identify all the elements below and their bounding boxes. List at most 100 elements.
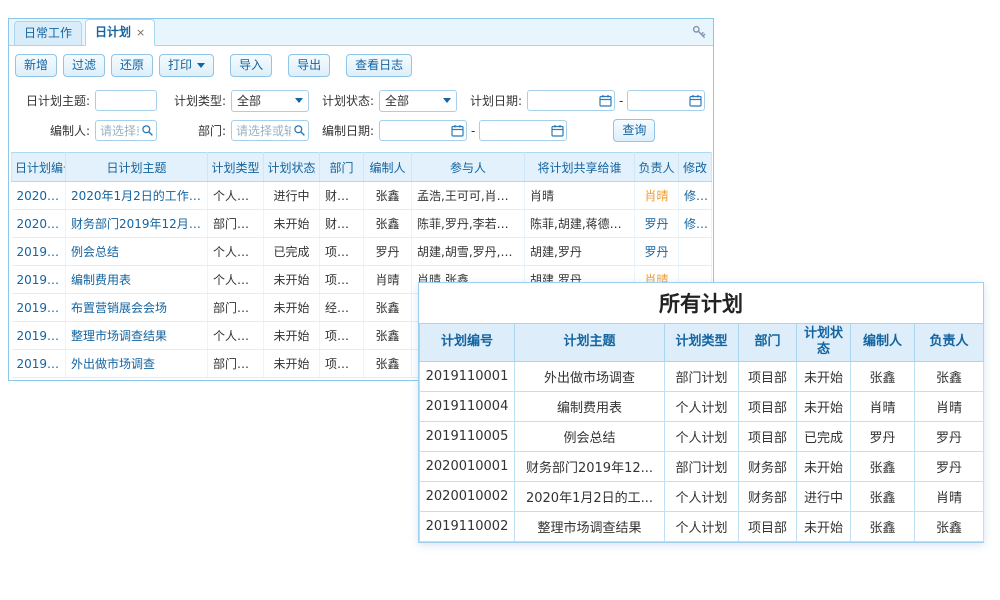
plan-row[interactable]: 20200100022020年1月2日的工作日...个人计划进行中财务部张鑫孟浩… bbox=[12, 182, 712, 210]
plan-id: 2019110005 bbox=[420, 421, 515, 451]
plan-owner: 罗丹 bbox=[635, 210, 679, 238]
plan-owner: 张鑫 bbox=[915, 361, 984, 391]
plan-creator: 张鑫 bbox=[851, 361, 915, 391]
plan-id-link[interactable]: 2019110005 bbox=[12, 238, 66, 266]
plan-status-select[interactable]: 全部 bbox=[379, 90, 457, 112]
plan-type: 个人计划 bbox=[208, 182, 264, 210]
plan-subject-link[interactable]: 整理市场调查结果 bbox=[66, 322, 208, 350]
plan-participants: 孟浩,王可可,肖晴,张鑫 bbox=[412, 182, 525, 210]
plan-owner: 张鑫 bbox=[915, 511, 984, 541]
chevron-down-icon bbox=[295, 98, 303, 103]
plan-creator: 张鑫 bbox=[364, 294, 412, 322]
plan-dept: 财务部 bbox=[739, 481, 797, 511]
plan-creator: 张鑫 bbox=[364, 210, 412, 238]
plan-status: 未开始 bbox=[264, 294, 320, 322]
close-icon[interactable]: × bbox=[136, 26, 145, 39]
plan-creator: 张鑫 bbox=[851, 451, 915, 481]
filter-button[interactable]: 过滤 bbox=[63, 54, 105, 77]
plan-subject-link[interactable]: 例会总结 bbox=[66, 238, 208, 266]
key-icon[interactable] bbox=[692, 25, 706, 42]
select-value: 全部 bbox=[237, 92, 261, 109]
column-header[interactable]: 编制人 bbox=[364, 153, 412, 182]
all-plan-row: 2020010001财务部门2019年12...部门计划财务部未开始张鑫罗丹 bbox=[420, 451, 984, 481]
plan-owner: 肖晴 bbox=[635, 182, 679, 210]
plan-owner: 肖晴 bbox=[915, 391, 984, 421]
column-header[interactable]: 负责人 bbox=[635, 153, 679, 182]
create-date-to-field bbox=[479, 120, 567, 141]
plan-type-select[interactable]: 全部 bbox=[231, 90, 309, 112]
column-header[interactable]: 部门 bbox=[320, 153, 364, 182]
tab-label: 日常工作 bbox=[24, 26, 72, 40]
plan-type: 个人计划 bbox=[665, 421, 739, 451]
column-header[interactable]: 参与人 bbox=[412, 153, 525, 182]
select-value: 全部 bbox=[385, 92, 409, 109]
print-button[interactable]: 打印 bbox=[159, 54, 214, 77]
modify-link[interactable]: 修改 bbox=[679, 210, 712, 238]
calendar-icon[interactable] bbox=[689, 94, 702, 107]
table-header-row: 计划编号计划主题计划类型部门计划状态编制人负责人 bbox=[420, 324, 984, 362]
plan-subject-link[interactable]: 外出做市场调查 bbox=[66, 350, 208, 378]
add-button[interactable]: 新增 bbox=[15, 54, 57, 77]
plan-creator: 罗丹 bbox=[851, 421, 915, 451]
filter-area: 日计划主题: 计划类型: 全部 计划状态: 全部 计划日期: - bbox=[9, 87, 713, 152]
column-header[interactable]: 日计划编号 bbox=[12, 153, 66, 182]
plan-subject: 编制费用表 bbox=[515, 391, 665, 421]
plan-type: 个人计划 bbox=[665, 481, 739, 511]
plan-type: 部门计划 bbox=[208, 210, 264, 238]
plan-id-link[interactable]: 2019110002 bbox=[12, 322, 66, 350]
plan-owner: 罗丹 bbox=[915, 421, 984, 451]
calendar-icon[interactable] bbox=[551, 124, 564, 137]
view-log-button[interactable]: 查看日志 bbox=[346, 54, 412, 77]
plan-participants: 胡建,胡雪,罗丹,任晓... bbox=[412, 238, 525, 266]
plan-type: 个人计划 bbox=[665, 391, 739, 421]
plan-subject-link[interactable]: 编制费用表 bbox=[66, 266, 208, 294]
tab-daily-plan[interactable]: 日计划× bbox=[85, 19, 155, 46]
column-header: 计划状态 bbox=[797, 324, 851, 362]
restore-button[interactable]: 还原 bbox=[111, 54, 153, 77]
range-separator: - bbox=[467, 124, 479, 138]
plan-id: 2020010001 bbox=[420, 451, 515, 481]
column-header: 计划编号 bbox=[420, 324, 515, 362]
range-separator: - bbox=[615, 94, 627, 108]
column-header[interactable]: 修改 bbox=[679, 153, 712, 182]
plan-id-link[interactable]: 2019110003 bbox=[12, 294, 66, 322]
type-label: 计划类型: bbox=[157, 92, 231, 109]
dept-field bbox=[231, 120, 309, 141]
plan-subject-link[interactable]: 布置营销展会会场 bbox=[66, 294, 208, 322]
tab-daily-work[interactable]: 日常工作 bbox=[14, 21, 82, 45]
button-label: 过滤 bbox=[72, 55, 96, 76]
plan-id-link[interactable]: 2020010001 bbox=[12, 210, 66, 238]
button-label: 查询 bbox=[622, 120, 646, 141]
column-header[interactable]: 日计划主题 bbox=[66, 153, 208, 182]
modify-link[interactable]: 修改 bbox=[679, 182, 712, 210]
button-label: 导出 bbox=[297, 55, 321, 76]
plan-subject-link[interactable]: 财务部门2019年12月的... bbox=[66, 210, 208, 238]
plan-dept: 财务部 bbox=[320, 210, 364, 238]
subject-input[interactable] bbox=[95, 90, 157, 111]
export-button[interactable]: 导出 bbox=[288, 54, 330, 77]
column-header[interactable]: 计划类型 bbox=[208, 153, 264, 182]
plan-subject-link[interactable]: 2020年1月2日的工作日... bbox=[66, 182, 208, 210]
plan-type: 个人计划 bbox=[208, 238, 264, 266]
plan-row[interactable]: 2020010001财务部门2019年12月的...部门计划未开始财务部张鑫陈菲… bbox=[12, 210, 712, 238]
plan-row[interactable]: 2019110005例会总结个人计划已完成项目部罗丹胡建,胡雪,罗丹,任晓...… bbox=[12, 238, 712, 266]
plan-id-link[interactable]: 2019110004 bbox=[12, 266, 66, 294]
column-header[interactable]: 计划状态 bbox=[264, 153, 320, 182]
plan-share: 陈菲,胡建,蒋德帧,... bbox=[525, 210, 635, 238]
plan-id-link[interactable]: 2020010002 bbox=[12, 182, 66, 210]
calendar-icon[interactable] bbox=[599, 94, 612, 107]
search-icon[interactable] bbox=[141, 124, 154, 137]
chevron-down-icon bbox=[443, 98, 451, 103]
column-header[interactable]: 将计划共享给谁 bbox=[525, 153, 635, 182]
plan-id-link[interactable]: 2019110001 bbox=[12, 350, 66, 378]
calendar-icon[interactable] bbox=[451, 124, 464, 137]
import-button[interactable]: 导入 bbox=[230, 54, 272, 77]
plan-owner: 肖晴 bbox=[915, 481, 984, 511]
plan-subject: 整理市场调查结果 bbox=[515, 511, 665, 541]
plan-owner: 罗丹 bbox=[915, 451, 984, 481]
plan-dept: 项目部 bbox=[320, 322, 364, 350]
plan-status: 未开始 bbox=[797, 391, 851, 421]
all-plans-panel: 所有计划 计划编号计划主题计划类型部门计划状态编制人负责人 2019110001… bbox=[418, 282, 984, 543]
search-icon[interactable] bbox=[293, 124, 306, 137]
query-button[interactable]: 查询 bbox=[613, 119, 655, 142]
